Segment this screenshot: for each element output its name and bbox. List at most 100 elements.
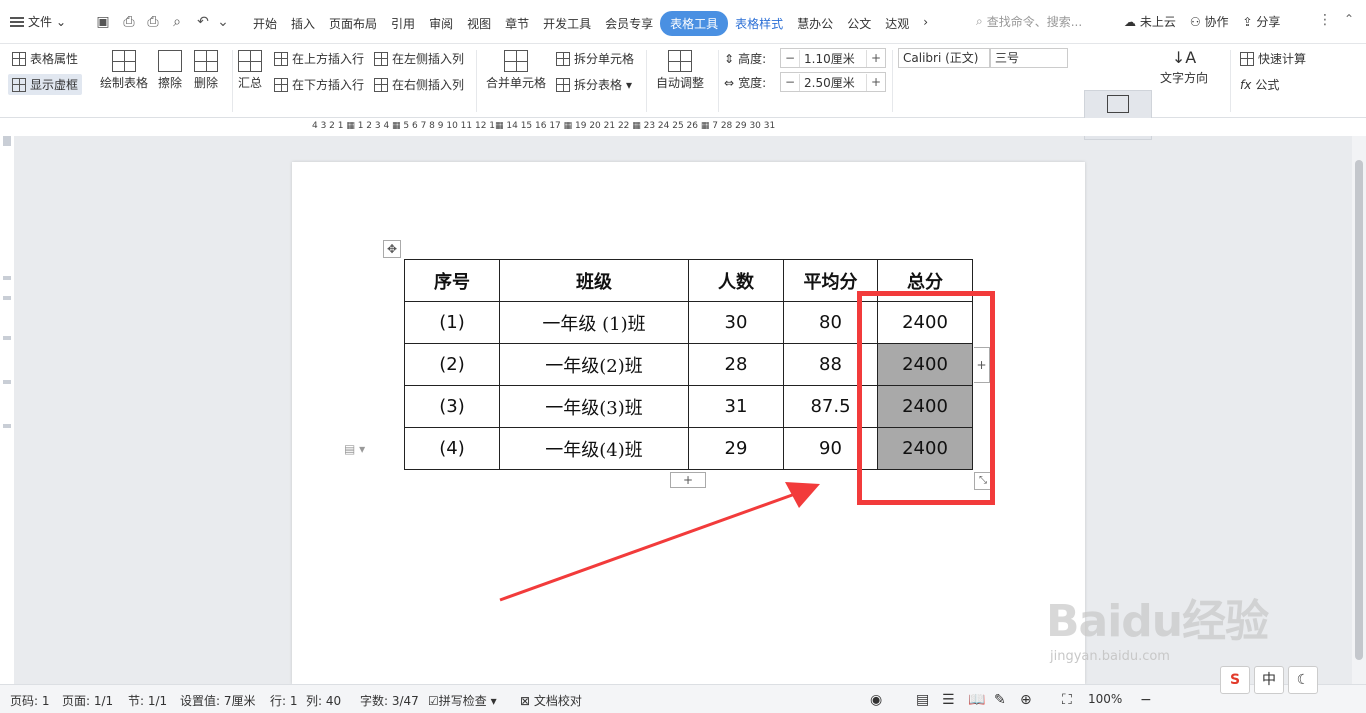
split-table-button[interactable]: 拆分表格 ▾ bbox=[556, 76, 632, 93]
export-pdf-icon[interactable]: ⎙ bbox=[120, 13, 138, 31]
show-virtual-frame-button[interactable]: 显示虚框 bbox=[8, 74, 83, 95]
insert-col-left-button[interactable]: 在左侧插入列 bbox=[374, 50, 464, 67]
paragraph-layout-icon[interactable]: ▤ ▾ bbox=[344, 442, 365, 456]
outline-view-icon[interactable]: ☰ bbox=[942, 692, 955, 708]
tab-chapter[interactable]: 章节 bbox=[498, 11, 536, 36]
insert-row-below-button[interactable]: 在下方插入行 bbox=[274, 76, 364, 93]
tab-insert[interactable]: 插入 bbox=[284, 11, 322, 36]
status-page-number[interactable]: 页码: 1 bbox=[10, 692, 50, 709]
table-cell[interactable]: (1) bbox=[404, 301, 500, 344]
width-stepper[interactable]: − 2.50厘米 + bbox=[780, 72, 886, 92]
collab-button[interactable]: ⚇ 协作 bbox=[1190, 13, 1229, 30]
plus-icon[interactable]: + bbox=[867, 75, 885, 89]
formula-button[interactable]: fx 公式 bbox=[1240, 76, 1279, 93]
undo-icon[interactable]: ↶ bbox=[194, 13, 212, 31]
status-column[interactable]: 列: 40 bbox=[306, 692, 341, 709]
tab-daguan[interactable]: 达观 bbox=[878, 11, 916, 36]
status-word-count[interactable]: 字数: 3/47 bbox=[360, 692, 419, 709]
save-icon[interactable]: ▣ bbox=[94, 13, 112, 31]
table-properties-button[interactable]: 表格属性 bbox=[12, 50, 78, 67]
tab-huibangong[interactable]: 慧办公 bbox=[790, 11, 840, 36]
table-cell[interactable]: 29 bbox=[688, 427, 784, 470]
table-cell[interactable]: 一年级(2)班 bbox=[499, 343, 689, 386]
cloud-status-button[interactable]: ☁ 未上云 bbox=[1124, 13, 1176, 30]
command-search[interactable]: ⌕ 查找命令、搜索... bbox=[976, 13, 1082, 30]
header-cell-count[interactable]: 人数 bbox=[688, 259, 784, 302]
share-button[interactable]: ⇪ 分享 bbox=[1242, 13, 1280, 30]
vertical-scrollbar[interactable] bbox=[1352, 136, 1366, 684]
table-properties-label: 表格属性 bbox=[30, 52, 79, 66]
vertical-ruler[interactable] bbox=[0, 136, 14, 684]
tab-table-tools[interactable]: 表格工具 bbox=[660, 11, 729, 36]
split-cells-button[interactable]: 拆分单元格 bbox=[556, 50, 634, 67]
tab-page-layout[interactable]: 页面布局 bbox=[322, 11, 384, 36]
page-view-icon[interactable]: ▤ bbox=[916, 692, 929, 708]
print-icon[interactable]: ⎙ bbox=[144, 13, 162, 31]
zoom-level[interactable]: 100% bbox=[1088, 692, 1122, 706]
width-value[interactable]: 2.50厘米 bbox=[799, 73, 867, 91]
status-setting-value[interactable]: 设置值: 7厘米 bbox=[180, 692, 256, 709]
scrollbar-thumb[interactable] bbox=[1355, 160, 1363, 660]
fit-page-icon[interactable]: ⛶ bbox=[1062, 692, 1072, 708]
auto-fit-button[interactable]: 自动调整 bbox=[656, 50, 704, 91]
print-preview-icon[interactable]: ⌕ bbox=[168, 13, 186, 31]
status-pages[interactable]: 页面: 1/1 bbox=[62, 692, 113, 709]
tab-references[interactable]: 引用 bbox=[384, 11, 422, 36]
table-cell[interactable]: (3) bbox=[404, 385, 500, 428]
table-move-handle-icon[interactable]: ✥ bbox=[383, 240, 401, 258]
height-value[interactable]: 1.10厘米 bbox=[799, 49, 867, 67]
status-row[interactable]: 行: 1 bbox=[270, 692, 298, 709]
table-cell[interactable]: 一年级 (1)班 bbox=[499, 301, 689, 344]
tab-table-style[interactable]: 表格样式 bbox=[728, 11, 790, 36]
header-cell-class[interactable]: 班级 bbox=[499, 259, 689, 302]
undo-dropdown-icon[interactable]: ⌄ bbox=[214, 13, 232, 31]
table-cell[interactable]: (2) bbox=[404, 343, 500, 386]
insert-row-above-button[interactable]: 在上方插入行 bbox=[274, 50, 364, 67]
eye-protection-icon[interactable]: ◉ bbox=[870, 692, 882, 708]
tab-home[interactable]: 开始 bbox=[246, 11, 284, 36]
table-cell[interactable]: 30 bbox=[688, 301, 784, 344]
zoom-out-icon[interactable]: − bbox=[1140, 692, 1152, 708]
horizontal-ruler[interactable]: 4 3 2 1 ▦ 1 2 3 4 ▦ 5 6 7 8 9 10 11 12 1… bbox=[0, 118, 1366, 136]
merge-cells-button[interactable]: 合并单元格 bbox=[486, 50, 546, 91]
collapse-ribbon-icon[interactable]: ⌃ bbox=[1344, 12, 1354, 26]
table-cell[interactable]: 一年级(4)班 bbox=[499, 427, 689, 470]
plus-icon[interactable]: + bbox=[867, 51, 885, 65]
file-menu-button[interactable]: 文件 ⌄ bbox=[10, 13, 66, 30]
table-cell[interactable]: 31 bbox=[688, 385, 784, 428]
tab-view[interactable]: 视图 bbox=[460, 11, 498, 36]
tabs-more-icon[interactable]: › bbox=[916, 11, 935, 36]
more-options-icon[interactable]: ⋮ bbox=[1318, 12, 1332, 28]
status-section[interactable]: 节: 1/1 bbox=[128, 692, 167, 709]
delete-button[interactable]: 删除 bbox=[194, 50, 218, 91]
doc-check-button[interactable]: ⊠ 文档校对 bbox=[520, 692, 582, 709]
spell-check-button[interactable]: ☑拼写检查 ▾ bbox=[428, 692, 497, 709]
summary-button[interactable]: 汇总 bbox=[238, 50, 262, 91]
ime-language-toggle[interactable]: 中 bbox=[1254, 666, 1284, 694]
tab-review[interactable]: 审阅 bbox=[422, 11, 460, 36]
font-size-select[interactable]: 三号 bbox=[990, 48, 1068, 68]
table-cell[interactable]: 28 bbox=[688, 343, 784, 386]
minus-icon[interactable]: − bbox=[781, 51, 799, 65]
reading-view-icon[interactable]: 📖 bbox=[968, 692, 985, 708]
minus-icon[interactable]: − bbox=[781, 75, 799, 89]
erase-button[interactable]: 擦除 bbox=[158, 50, 182, 91]
insert-col-right-button[interactable]: 在右侧插入列 bbox=[374, 76, 464, 93]
font-name-select[interactable]: Calibri (正文) bbox=[898, 48, 990, 68]
web-view-icon[interactable]: ⊕ bbox=[1020, 692, 1032, 708]
tab-official-doc[interactable]: 公文 bbox=[840, 11, 878, 36]
tab-member[interactable]: 会员专享 bbox=[598, 11, 660, 36]
table-cell[interactable]: 一年级(3)班 bbox=[499, 385, 689, 428]
font-size-value: 三号 bbox=[995, 51, 1020, 65]
sogou-ime-icon[interactable]: S bbox=[1220, 666, 1250, 694]
quick-calc-button[interactable]: 快速计算 bbox=[1240, 50, 1306, 67]
insert-col-right-icon bbox=[374, 77, 388, 92]
height-stepper[interactable]: − 1.10厘米 + bbox=[780, 48, 886, 68]
tab-developer[interactable]: 开发工具 bbox=[536, 11, 598, 36]
header-cell-index[interactable]: 序号 bbox=[404, 259, 500, 302]
text-direction-button[interactable]: ↓A 文字方向 bbox=[1160, 48, 1208, 86]
write-mode-icon[interactable]: ✎ bbox=[994, 692, 1006, 708]
moon-icon[interactable]: ☾ bbox=[1288, 666, 1318, 694]
draw-table-button[interactable]: 绘制表格 bbox=[100, 50, 148, 91]
table-cell[interactable]: (4) bbox=[404, 427, 500, 470]
